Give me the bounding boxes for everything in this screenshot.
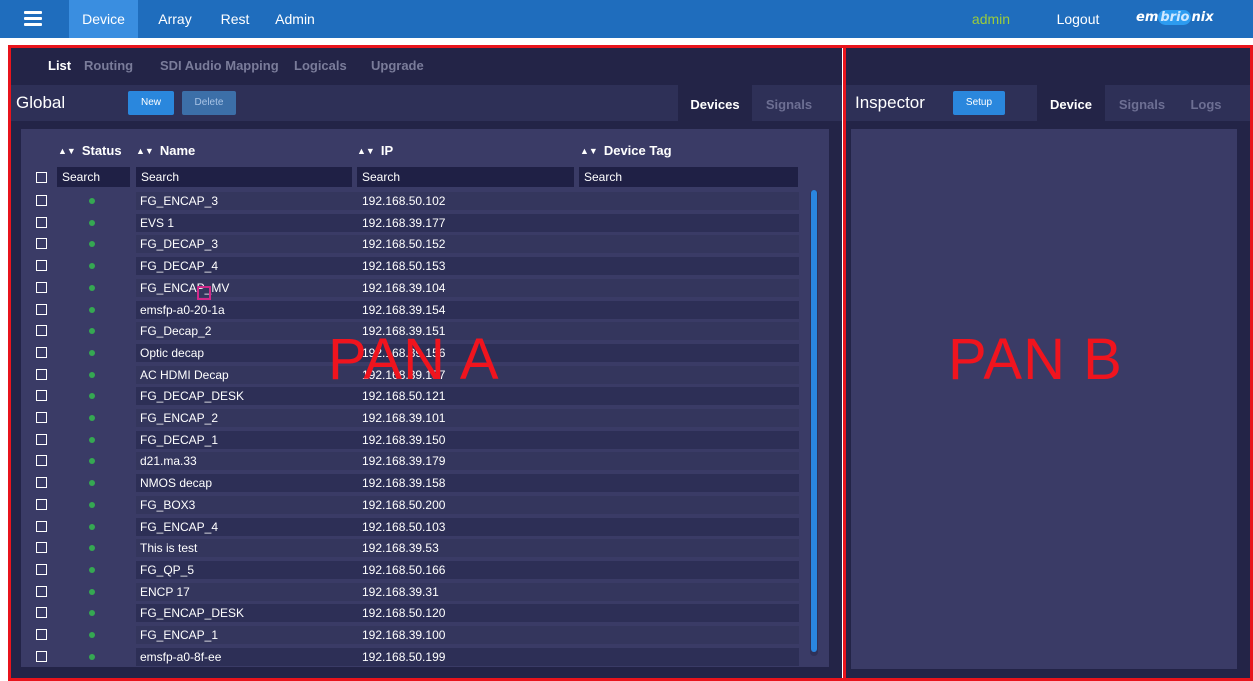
nav-rest[interactable]: Rest bbox=[214, 0, 256, 38]
nav-device[interactable]: Device bbox=[69, 0, 138, 38]
logout-link[interactable]: Logout bbox=[1050, 0, 1106, 38]
cursor-marker bbox=[197, 286, 211, 300]
nav-admin[interactable]: Admin bbox=[270, 0, 320, 38]
nav-array[interactable]: Array bbox=[152, 0, 198, 38]
embrionix-logo: em brio nix bbox=[1136, 10, 1214, 25]
hamburger-icon[interactable] bbox=[24, 11, 42, 26]
current-user[interactable]: admin bbox=[966, 0, 1016, 38]
pan-b-label: PAN B bbox=[948, 327, 1123, 392]
pan-a-label: PAN A bbox=[328, 327, 500, 392]
top-nav-bar: Device Array Rest Admin admin Logout em b… bbox=[0, 0, 1253, 38]
